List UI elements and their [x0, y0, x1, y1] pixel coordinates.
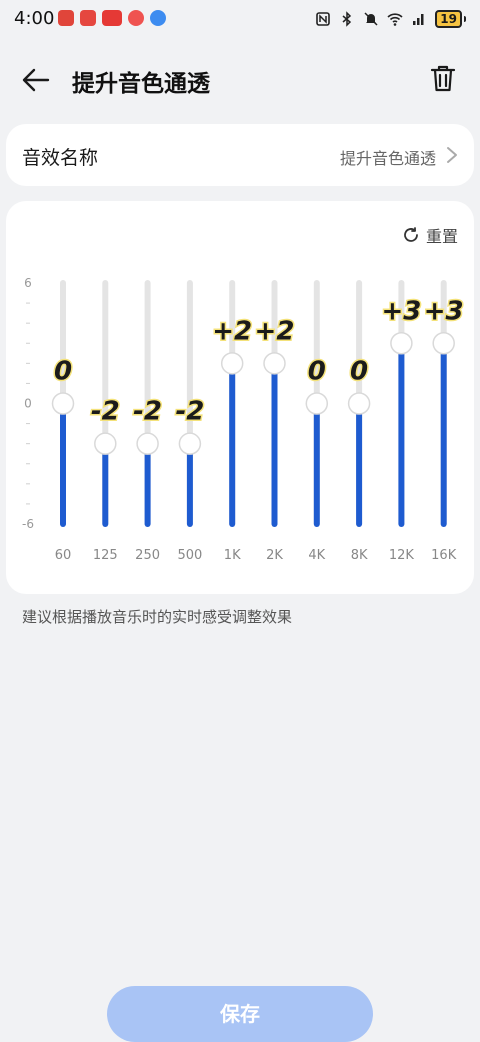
band-value-label: +3	[381, 296, 421, 326]
effect-name-label: 音效名称	[22, 147, 99, 169]
band-frequency-label: 1K	[224, 548, 241, 563]
slider-thumb[interactable]	[432, 332, 455, 355]
save-button[interactable]: 保存	[107, 986, 373, 1042]
band-value-label: 0	[350, 357, 368, 387]
reset-button[interactable]: 重置	[402, 223, 458, 247]
band-frequency-label: 125	[93, 548, 118, 563]
status-bar: 4:00 19	[0, 0, 480, 38]
slider-thumb[interactable]	[178, 432, 202, 455]
band-value-label: +2	[255, 316, 295, 346]
mute-bell-icon	[364, 12, 378, 26]
y-axis-label: 0	[24, 397, 32, 411]
band-value-label: +2	[212, 316, 252, 346]
slider-thumb[interactable]	[94, 432, 117, 455]
band-frequency-label: 8K	[351, 548, 368, 563]
band-value-label: 0	[308, 357, 326, 387]
news-app-icon	[102, 10, 122, 26]
app-notification-icon	[150, 10, 166, 26]
notification-icons	[58, 10, 166, 26]
effect-name-row[interactable]: 音效名称 提升音色通透	[6, 124, 474, 186]
band-frequency-label: 250	[135, 548, 160, 563]
battery-cap	[464, 16, 466, 22]
battery-level: 19	[435, 10, 462, 28]
status-time: 4:00	[14, 8, 55, 29]
band-frequency-label: 16K	[431, 548, 457, 563]
band-frequency-label: 2K	[266, 548, 283, 563]
reset-label: 重置	[425, 227, 458, 246]
wifi-icon	[387, 13, 403, 26]
y-axis-label: 6	[24, 276, 32, 290]
bluetooth-icon	[342, 11, 352, 27]
arrow-left-icon[interactable]	[20, 64, 52, 96]
refresh-icon	[404, 227, 418, 242]
slider-thumb[interactable]	[51, 392, 75, 415]
band-frequency-label: 12K	[389, 548, 415, 563]
band-frequency-label: 60	[55, 548, 72, 563]
band-value-label: -2	[91, 397, 120, 427]
trash-icon[interactable]	[428, 62, 458, 94]
system-status-icons: 19	[315, 10, 466, 28]
slider-thumb[interactable]	[390, 332, 413, 355]
slider-thumb[interactable]	[347, 392, 371, 415]
band-value-label: -2	[133, 397, 162, 427]
app-header: 提升音色通透	[0, 44, 480, 114]
slider-thumb[interactable]	[263, 352, 286, 375]
slider-thumb[interactable]	[220, 352, 244, 375]
equalizer-chart: 60-6060-2125-2250-2500+21K+22K04K08K+312…	[22, 276, 465, 563]
y-axis-label: -6	[22, 517, 34, 531]
band-value-label: 0	[54, 357, 72, 387]
band-value-label: +3	[424, 296, 464, 326]
slider-thumb[interactable]	[136, 432, 159, 455]
hint-text: 建议根据播放音乐时的实时感受调整效果	[22, 608, 293, 626]
equalizer-card: 6 0 -6 0 60 -2 125 -2 250 -2 500 +2 1K +2 2K 0 4K 0 8K +3 12…	[6, 201, 474, 594]
band-frequency-label: 4K	[308, 548, 325, 563]
app-notification-icon	[80, 10, 96, 26]
app-notification-icon	[58, 10, 74, 26]
signal-icon	[413, 14, 424, 25]
band-value-label: -2	[175, 397, 204, 427]
battery-indicator: 19	[435, 10, 466, 28]
page-title: 提升音色通透	[72, 71, 210, 97]
app-notification-icon	[128, 10, 144, 26]
band-frequency-label: 500	[177, 548, 202, 563]
chevron-right-icon	[447, 147, 457, 163]
effect-name-value: 提升音色通透	[339, 149, 436, 168]
slider-thumb[interactable]	[305, 392, 329, 415]
nfc-icon	[316, 12, 331, 26]
